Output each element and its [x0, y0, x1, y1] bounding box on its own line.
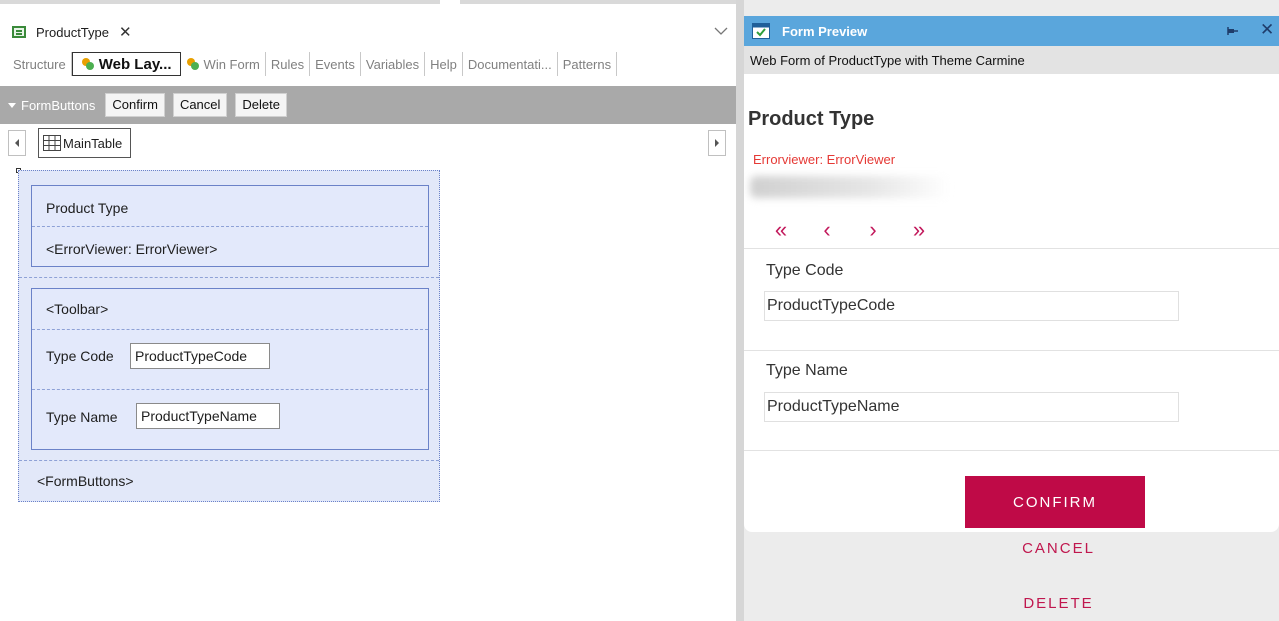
- arrow-left-icon: [15, 139, 19, 147]
- type-code-field[interactable]: ProductTypeCode: [130, 343, 270, 369]
- section-divider: [744, 450, 1279, 451]
- row-divider: [32, 226, 428, 227]
- tab-web-layout-label: Web Lay...: [98, 55, 172, 73]
- preview-form-title: Product Type: [748, 108, 875, 130]
- form-buttons-control[interactable]: <FormButtons>: [37, 473, 134, 489]
- preview-delete-button[interactable]: DELETE: [744, 595, 1279, 612]
- top-strip-segment: [460, 0, 736, 4]
- close-tab-icon[interactable]: ✕: [119, 23, 132, 41]
- document-tab[interactable]: ProductType ✕: [4, 18, 140, 46]
- tab-rules[interactable]: Rules: [266, 52, 311, 76]
- caret-down-icon: [8, 102, 16, 108]
- pin-icon[interactable]: [1226, 25, 1238, 37]
- tab-patterns[interactable]: Patterns: [558, 52, 618, 76]
- toolbar-control[interactable]: <Toolbar>: [46, 301, 108, 317]
- record-navigation: « ‹ › »: [770, 217, 930, 243]
- main-table-button[interactable]: MainTable: [38, 128, 132, 158]
- form-title-text[interactable]: Product Type: [46, 200, 128, 216]
- preview-type-name-input[interactable]: ProductTypeName: [764, 392, 1179, 422]
- row-divider: [32, 329, 428, 330]
- confirm-button[interactable]: Confirm: [105, 93, 165, 117]
- form-icon: [12, 26, 26, 38]
- tab-structure[interactable]: Structure: [8, 52, 72, 76]
- type-code-label: Type Code: [46, 348, 114, 364]
- tab-documentation[interactable]: Documentati...: [463, 52, 558, 76]
- row-divider: [19, 277, 439, 278]
- previous-record-icon[interactable]: ‹: [816, 217, 838, 243]
- top-strip-segment: [0, 0, 440, 4]
- form-buttons-toolbar: FormButtons Confirm Cancel Delete: [0, 86, 736, 124]
- main-table-label: MainTable: [63, 135, 123, 151]
- cancel-button[interactable]: Cancel: [172, 93, 228, 117]
- win-form-icon: [186, 58, 199, 70]
- preview-form-card: Product Type Errorviewer: ErrorViewer « …: [744, 74, 1279, 532]
- form-buttons-group[interactable]: FormButtons: [8, 98, 95, 113]
- tab-events[interactable]: Events: [310, 52, 361, 76]
- panel-splitter[interactable]: [736, 0, 744, 621]
- error-viewer-control[interactable]: <ErrorViewer: ErrorViewer>: [46, 241, 217, 257]
- tab-win-form[interactable]: Win Form: [181, 52, 266, 76]
- form-buttons-group-label: FormButtons: [21, 97, 96, 113]
- layout-nav-row: MainTable: [0, 128, 736, 160]
- tab-variables[interactable]: Variables: [361, 52, 426, 76]
- section-divider: [744, 248, 1279, 249]
- row-divider: [19, 460, 439, 461]
- document-tab-title: ProductType: [36, 24, 109, 40]
- preview-delete-label: DELETE: [1023, 595, 1094, 612]
- form-preview-panel: Form Preview ✕ Web Form of ProductType w…: [744, 0, 1279, 621]
- fields-table[interactable]: <Toolbar> Type Code ProductTypeCode Type…: [31, 288, 429, 450]
- preview-type-code-label: Type Code: [766, 262, 844, 279]
- object-subtabs: Structure Web Lay... Win Form Rules Even…: [8, 52, 618, 76]
- next-record-icon[interactable]: ›: [862, 217, 884, 243]
- preview-subtitle: Web Form of ProductType with Theme Carmi…: [744, 46, 1279, 74]
- row-divider: [32, 389, 428, 390]
- title-table[interactable]: Product Type <ErrorViewer: ErrorViewer>: [31, 185, 429, 267]
- close-icon[interactable]: ✕: [1260, 20, 1274, 40]
- first-record-icon[interactable]: «: [770, 217, 792, 243]
- blurred-area: [750, 176, 950, 198]
- grid-icon: [43, 135, 61, 151]
- web-layout-icon: [81, 58, 94, 70]
- preview-icon: [752, 23, 770, 39]
- section-divider: [744, 350, 1279, 351]
- preview-title-bar: Form Preview ✕: [744, 16, 1279, 46]
- preview-error-viewer: Errorviewer: ErrorViewer: [750, 152, 899, 167]
- top-strip: [0, 0, 736, 10]
- preview-type-code-input[interactable]: ProductTypeCode: [764, 291, 1179, 321]
- type-name-label: Type Name: [46, 409, 118, 425]
- last-record-icon[interactable]: »: [908, 217, 930, 243]
- arrow-right-icon: [715, 139, 719, 147]
- preview-cancel-button[interactable]: CANCEL: [744, 540, 1279, 557]
- preview-window-title: Form Preview: [782, 23, 868, 39]
- type-name-field[interactable]: ProductTypeName: [136, 403, 280, 429]
- chevron-down-icon[interactable]: [714, 24, 728, 38]
- scroll-right-button[interactable]: [708, 130, 726, 156]
- preview-cancel-label: CANCEL: [1022, 540, 1095, 557]
- tab-web-layout[interactable]: Web Lay...: [71, 52, 181, 76]
- preview-type-name-label: Type Name: [766, 362, 848, 379]
- delete-button[interactable]: Delete: [235, 93, 287, 117]
- tab-help[interactable]: Help: [425, 52, 463, 76]
- tab-win-form-label: Win Form: [203, 56, 260, 72]
- scroll-left-button[interactable]: [8, 130, 26, 156]
- editor-panel: ProductType ✕ Structure Web Lay... Win F…: [0, 0, 736, 621]
- main-table-canvas[interactable]: Product Type <ErrorViewer: ErrorViewer> …: [18, 170, 440, 502]
- preview-confirm-button[interactable]: CONFIRM: [965, 476, 1145, 528]
